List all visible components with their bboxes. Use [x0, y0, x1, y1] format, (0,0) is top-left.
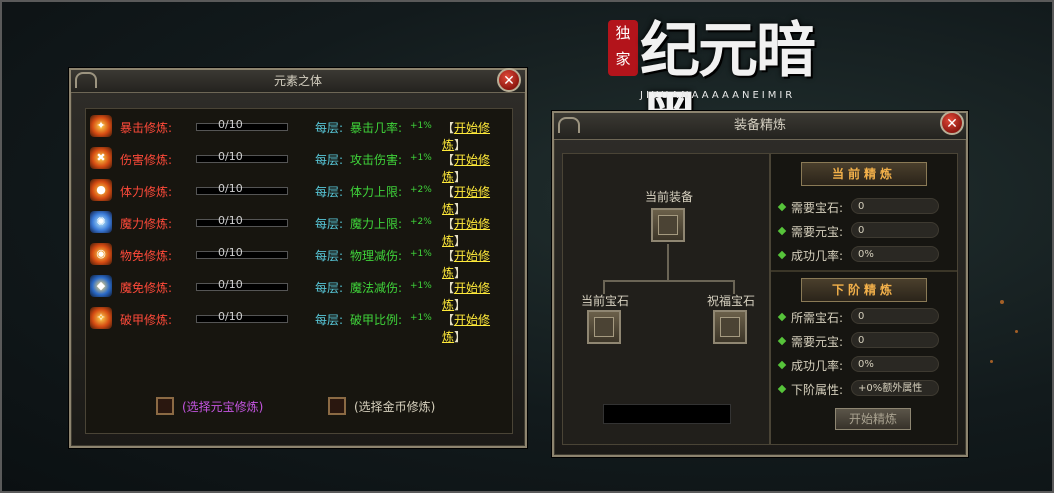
stat-bonus: +1% — [410, 153, 432, 163]
layer-label: 每层: — [315, 153, 344, 167]
close-icon[interactable]: ✕ — [940, 111, 964, 135]
current-equipment-label: 当前装备 — [645, 190, 694, 204]
stat-bonus: +1% — [410, 249, 432, 259]
bless-gem-label: 祝福宝石 — [707, 294, 756, 308]
connector-line — [667, 244, 669, 280]
stat-bonus: +1% — [410, 313, 432, 323]
armor-break-icon: ✧ — [90, 307, 112, 329]
stat-label: 物理减伤: — [350, 249, 403, 263]
layer-label: 每层: — [315, 217, 344, 231]
current-rate-row: 成功几率: 0% — [777, 246, 953, 264]
current-refine-header: 当前精炼 — [801, 162, 927, 186]
stat-label: 攻击伤害: — [350, 153, 403, 167]
training-name: 破甲修炼: — [120, 313, 173, 327]
next-gem-row: 所需宝石: 0 — [777, 308, 953, 326]
layer-label: 每层: — [315, 185, 344, 199]
stat-label: 暴击几率: — [350, 121, 403, 135]
damage-icon: ✖ — [90, 147, 112, 169]
gold-ingot-option-label: (选择元宝修炼) — [182, 399, 264, 414]
gold-coin-option[interactable]: (选择金币修炼) — [328, 397, 435, 415]
training-progress-text: 0/10 — [218, 118, 243, 131]
connector-line — [603, 280, 735, 282]
section-divider — [771, 270, 957, 272]
refine-slots-area: 当前装备 当前宝石 祝福宝石 — [562, 153, 770, 445]
next-ingot-row: 需要元宝: 0 — [777, 332, 953, 350]
ornament-corner — [558, 117, 580, 133]
stat-bonus: +1% — [410, 281, 432, 291]
layer-label: 每层: — [315, 249, 344, 263]
bless-gem-slot[interactable] — [713, 310, 747, 344]
training-list: ✦ 暴击修炼: 0/10 每层: 暴击几率: +1% 【开始修炼】 ✖ 伤害修炼… — [85, 108, 513, 434]
equipment-name-bar — [603, 404, 731, 424]
layer-label: 每层: — [315, 281, 344, 295]
layer-label: 每层: — [315, 121, 344, 135]
start-refine-button[interactable]: 开始精炼 — [835, 408, 911, 430]
gold-ingot-option[interactable]: (选择元宝修炼) — [156, 397, 263, 415]
training-name: 魔力修炼: — [120, 217, 173, 231]
training-name: 伤害修炼: — [120, 153, 173, 167]
next-rate-row: 成功几率: 0% — [777, 356, 953, 374]
layer-label: 每层: — [315, 313, 344, 327]
start-training-button[interactable]: 【开始修炼】 — [442, 311, 510, 345]
training-row: ✧ 破甲修炼: 0/10 每层: 破甲比例: +1% 【开始修炼】 — [90, 307, 510, 344]
training-row: ● 体力修炼: 0/10 每层: 体力上限: +2% 【开始修炼】 — [90, 179, 510, 216]
panel-title: 元素之体 — [71, 70, 525, 93]
physical-immune-icon: ◉ — [90, 243, 112, 265]
stat-bonus: +2% — [410, 185, 432, 195]
training-name: 物免修炼: — [120, 249, 173, 263]
ember-particle — [1015, 330, 1018, 333]
gold-coin-option-label: (选择金币修炼) — [354, 399, 436, 414]
game-logo: 独家 纪元暗黑 JIYUANAAAAANEIMIR — [600, 14, 860, 156]
ornament-corner — [75, 72, 97, 88]
next-refine-header: 下阶精炼 — [801, 278, 927, 302]
stat-label: 体力上限: — [350, 185, 403, 199]
next-attr-row: 下阶属性: +0%额外属性 — [777, 380, 953, 398]
training-row: ◆ 魔免修炼: 0/10 每层: 魔法减伤: +1% 【开始修炼】 — [90, 275, 510, 312]
ember-particle — [990, 360, 993, 363]
training-row: ✺ 魔力修炼: 0/10 每层: 魔力上限: +2% 【开始修炼】 — [90, 211, 510, 248]
stat-label: 魔力上限: — [350, 217, 403, 231]
refine-info-area: 当前精炼 需要宝石: 0 需要元宝: 0 成功几率: 0% 下阶精炼 所需宝石: 0 需… — [770, 153, 958, 445]
stat-label: 魔法减伤: — [350, 281, 403, 295]
training-name: 魔免修炼: — [120, 281, 173, 295]
training-row: ✦ 暴击修炼: 0/10 每层: 暴击几率: +1% 【开始修炼】 — [90, 115, 510, 152]
equipment-refine-panel: 装备精炼 ✕ 当前装备 当前宝石 祝福宝石 当前精炼 需要宝石: 0 需要元宝: 0… — [552, 111, 968, 457]
training-progress-text: 0/10 — [218, 214, 243, 227]
equipment-slot[interactable] — [651, 208, 685, 242]
gold-ingot-checkbox[interactable] — [156, 397, 174, 415]
current-ingot-row: 需要元宝: 0 — [777, 222, 953, 240]
ember-particle — [1000, 300, 1004, 304]
stat-bonus: +2% — [410, 217, 432, 227]
stat-label: 破甲比例: — [350, 313, 403, 327]
training-row: ✖ 伤害修炼: 0/10 每层: 攻击伤害: +1% 【开始修炼】 — [90, 147, 510, 184]
stamina-icon: ● — [90, 179, 112, 201]
training-progress-text: 0/10 — [218, 182, 243, 195]
logo-subtitle: JIYUANAAAAANEIMIR — [640, 90, 796, 101]
training-progress-text: 0/10 — [218, 310, 243, 323]
crit-icon: ✦ — [90, 115, 112, 137]
magic-immune-icon: ◆ — [90, 275, 112, 297]
training-progress-text: 0/10 — [218, 150, 243, 163]
training-row: ◉ 物免修炼: 0/10 每层: 物理减伤: +1% 【开始修炼】 — [90, 243, 510, 280]
current-gem-slot[interactable] — [587, 310, 621, 344]
training-progress-text: 0/10 — [218, 246, 243, 259]
training-name: 体力修炼: — [120, 185, 173, 199]
element-body-panel: 元素之体 ✕ ✦ 暴击修炼: 0/10 每层: 暴击几率: +1% 【开始修炼】… — [69, 68, 527, 448]
current-gem-label: 当前宝石 — [581, 294, 630, 308]
training-name: 暴击修炼: — [120, 121, 173, 135]
stat-bonus: +1% — [410, 121, 432, 131]
exclusive-seal: 独家 — [608, 20, 638, 76]
gold-coin-checkbox[interactable] — [328, 397, 346, 415]
mana-icon: ✺ — [90, 211, 112, 233]
current-gem-row: 需要宝石: 0 — [777, 198, 953, 216]
panel-title: 装备精炼 — [554, 113, 966, 140]
training-progress-text: 0/10 — [218, 278, 243, 291]
close-icon[interactable]: ✕ — [497, 68, 521, 92]
